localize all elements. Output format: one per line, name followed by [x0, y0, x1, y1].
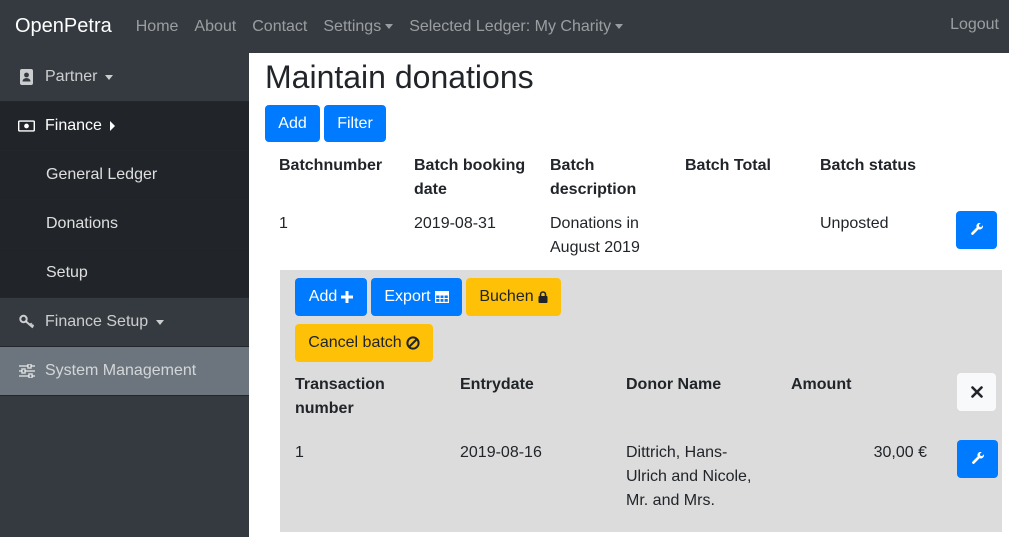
cancel-batch-button[interactable]: Cancel batch [295, 324, 433, 362]
col-header-batchnumber: Batchnumber [279, 157, 383, 174]
col-header-donor-name: Donor Name [626, 376, 722, 393]
sidebar-item-donations[interactable]: Donations [0, 200, 249, 249]
wrench-icon [971, 452, 984, 464]
edit-batch-button[interactable] [956, 211, 997, 249]
batch-number: 1 [279, 215, 288, 232]
nav-contact[interactable]: Contact [252, 18, 307, 36]
sidebar-item-partner[interactable]: Partner [0, 53, 249, 102]
wrench-icon [970, 223, 983, 235]
add-button[interactable]: Add [265, 105, 320, 142]
top-navbar: OpenPetra Home About Contact Settings Se… [0, 0, 1009, 53]
address-book-icon [18, 69, 35, 86]
ban-icon [406, 336, 420, 350]
sidebar-item-label: General Ledger [46, 166, 158, 183]
batch-description: Donations in August 2019 [550, 215, 640, 256]
sidebar-item-label: Partner [45, 68, 98, 85]
edit-transaction-button[interactable] [957, 440, 998, 478]
transaction-amount: 30,00 € [873, 444, 927, 461]
nav-ledger-dropdown[interactable]: Selected Ledger: My Charity [409, 17, 624, 36]
brand-logo[interactable]: OpenPetra [15, 15, 112, 38]
col-header-booking-date: Batch booking date [414, 157, 526, 198]
plus-icon [341, 291, 354, 303]
sidebar-item-label: Donations [46, 215, 119, 232]
nav-settings-label: Settings [323, 17, 382, 35]
sidebar-item-label: Finance [45, 117, 102, 134]
filter-button[interactable]: Filter [324, 105, 386, 142]
nav-settings-dropdown[interactable]: Settings [323, 17, 394, 36]
buchen-label: Buchen [479, 288, 534, 305]
nav-home[interactable]: Home [136, 18, 179, 36]
sidebar-item-finance[interactable]: Finance [0, 102, 249, 151]
logout-link[interactable]: Logout [950, 16, 999, 34]
money-bill-icon [18, 118, 35, 135]
sidebar-item-setup[interactable]: Setup [0, 249, 249, 298]
add-transaction-button[interactable]: Add [295, 278, 367, 316]
transaction-donor-name: Dittrich, Hans-Ulrich and Nicole, Mr. an… [626, 444, 752, 509]
export-button[interactable]: Export [371, 278, 462, 316]
nav-ledger-label: Selected Ledger: My Charity [409, 17, 612, 35]
add-transaction-label: Add [308, 288, 338, 305]
chevron-down-icon [385, 24, 394, 29]
transaction-number: 1 [295, 444, 304, 461]
sliders-icon [18, 363, 35, 380]
col-header-entrydate: Entrydate [460, 376, 534, 393]
sidebar-item-label: System Management [45, 362, 197, 379]
col-header-transaction-number: Transaction number [295, 376, 385, 417]
transaction-entrydate: 2019-08-16 [460, 444, 542, 461]
batch-detail-panel: Add Export Buchen Cancel batch Transacti… [280, 270, 1002, 532]
chevron-down-icon [105, 74, 114, 80]
col-header-amount: Amount [791, 376, 852, 393]
page-title: Maintain donations [265, 59, 534, 95]
export-label: Export [384, 288, 431, 305]
sidebar: Partner Finance General Ledger Donations… [0, 53, 249, 537]
close-icon [970, 386, 983, 398]
lock-icon [538, 291, 548, 303]
chevron-right-icon [109, 121, 115, 131]
batch-status: Unposted [820, 215, 889, 232]
sidebar-item-finance-setup[interactable]: Finance Setup [0, 298, 249, 347]
sidebar-item-system-management[interactable]: System Management [0, 347, 249, 396]
nav-about[interactable]: About [194, 18, 236, 36]
key-icon [18, 314, 35, 331]
cancel-batch-label: Cancel batch [308, 334, 402, 351]
main-content: Maintain donations Add Filter Batchnumbe… [249, 53, 1009, 537]
sidebar-item-general-ledger[interactable]: General Ledger [0, 151, 249, 200]
sidebar-item-label: Setup [46, 264, 88, 281]
chevron-down-icon [615, 24, 624, 29]
close-detail-button[interactable] [957, 373, 996, 411]
col-header-batch-total: Batch Total [685, 157, 771, 174]
chevron-down-icon [156, 319, 165, 325]
col-header-description: Batch description [550, 157, 637, 198]
sidebar-item-label: Finance Setup [45, 313, 149, 330]
col-header-batch-status: Batch status [820, 157, 917, 174]
buchen-button[interactable]: Buchen [466, 278, 561, 316]
batch-date: 2019-08-31 [414, 215, 496, 232]
table-icon [434, 291, 449, 303]
